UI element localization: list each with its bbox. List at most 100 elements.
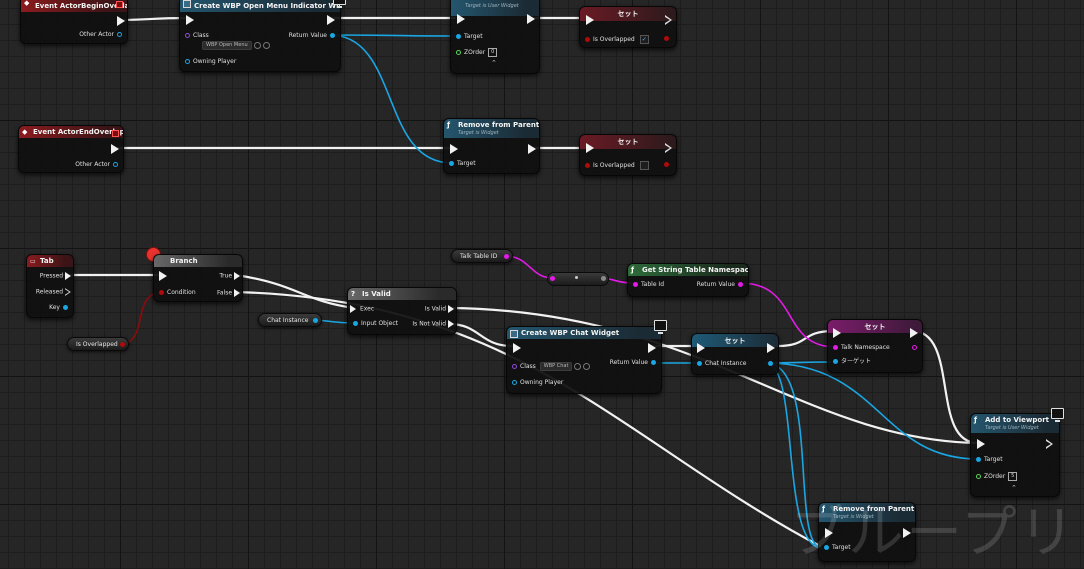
zorder-input[interactable]: 5 xyxy=(1008,472,1018,481)
zorder-pin[interactable] xyxy=(976,474,981,479)
exec-out-pin[interactable] xyxy=(527,14,535,24)
bool-out-pin[interactable] xyxy=(664,162,669,167)
pin-label-is-overlapped: Is Overlapped xyxy=(593,162,635,169)
class-dropdown[interactable]: WBP Open Menu xyxy=(202,41,252,50)
chat-instance-getter[interactable]: Chat Instance xyxy=(258,313,322,327)
exec-out-pin[interactable] xyxy=(910,328,918,338)
tab-key-event-node[interactable]: ▭ Tab Pressed Released Key xyxy=(26,254,74,318)
browse-icon[interactable] xyxy=(253,42,261,49)
search-icon[interactable] xyxy=(262,42,270,49)
exec-is-not-valid-pin[interactable] xyxy=(448,320,454,328)
exec-out-pin[interactable] xyxy=(648,343,656,353)
text-out-pin[interactable] xyxy=(504,254,509,259)
talk-namespace-pin[interactable] xyxy=(833,345,838,350)
object-out-pin[interactable] xyxy=(313,318,318,323)
conversion-node[interactable] xyxy=(547,272,609,286)
exec-in-pin[interactable] xyxy=(586,143,594,153)
talk-namespace-out-pin[interactable] xyxy=(912,345,917,350)
object-pin[interactable] xyxy=(117,32,122,37)
zorder-input[interactable]: 0 xyxy=(488,48,498,57)
expand-caret-icon[interactable]: ⌃ xyxy=(491,59,497,67)
event-actor-end-overlap-node[interactable]: ◆ Event ActorEndOverlap Other Actor xyxy=(18,125,124,173)
is-overlapped-checkbox[interactable] xyxy=(639,161,649,170)
branch-node[interactable]: Branch True False Condition xyxy=(153,254,243,302)
zorder-pin[interactable] xyxy=(456,50,461,55)
widget-icon xyxy=(183,0,191,8)
target-pin[interactable] xyxy=(833,359,838,364)
add-to-viewport-node[interactable]: ƒ Add to Viewport Target is User Widget … xyxy=(970,413,1060,497)
key-pin[interactable] xyxy=(63,305,68,310)
conversion-icon xyxy=(575,276,578,279)
create-open-menu-widget-node[interactable]: Create WBP Open Menu Indicator Widget Cl… xyxy=(179,0,341,72)
exec-in-pin[interactable] xyxy=(457,14,465,24)
return-value-pin[interactable] xyxy=(651,360,656,365)
keyboard-icon: ▭ xyxy=(30,258,36,265)
exec-in-pin[interactable] xyxy=(513,343,521,353)
exec-in-pin[interactable] xyxy=(450,144,458,154)
exec-released-pin[interactable] xyxy=(65,288,71,296)
chat-instance-pin[interactable] xyxy=(697,361,702,366)
set-chat-instance-node[interactable]: セット Chat Instance xyxy=(691,333,779,375)
get-string-table-namespace-node[interactable]: ƒ Get String Table Namespace Table Id Re… xyxy=(627,263,749,297)
text-in-pin[interactable] xyxy=(550,276,555,281)
set-talk-namespace-node[interactable]: セット Talk Namespace ターゲット xyxy=(827,319,923,373)
exec-in-pin[interactable] xyxy=(186,15,194,25)
is-valid-node[interactable]: ? Is Valid Exec Input Object Is Valid Is… xyxy=(347,287,457,335)
text-out-pin[interactable] xyxy=(601,276,606,281)
event-actor-begin-overlap-node[interactable]: ◆ Event ActorBeginOverlap Other Actor xyxy=(20,0,128,44)
talk-table-id-getter[interactable]: Talk Table ID xyxy=(451,249,513,263)
exec-out-pin[interactable] xyxy=(1046,439,1054,449)
exec-pressed-pin[interactable] xyxy=(65,272,71,280)
exec-in-pin[interactable] xyxy=(977,439,985,449)
pin-label-table-id: Table Id xyxy=(641,281,665,288)
bool-out-pin[interactable] xyxy=(120,342,125,347)
bool-pin[interactable] xyxy=(585,163,590,168)
target-pin[interactable] xyxy=(456,34,461,39)
bool-pin[interactable] xyxy=(585,37,590,42)
exec-in-pin[interactable] xyxy=(697,343,705,353)
pin-label-is-overlapped: Is Overlapped xyxy=(593,36,635,43)
table-id-pin[interactable] xyxy=(633,282,638,287)
exec-out-pin[interactable] xyxy=(327,15,335,25)
target-pin[interactable] xyxy=(449,161,454,166)
pin-label-true: True xyxy=(219,272,233,280)
delegate-pin-icon[interactable] xyxy=(116,1,123,8)
add-to-viewport-top-node[interactable]: Target is User Widget Target ZOrder 0 ⌃ xyxy=(450,0,540,74)
exec-out-pin[interactable] xyxy=(665,15,673,25)
exec-out-pin[interactable] xyxy=(767,343,775,353)
return-value-pin[interactable] xyxy=(330,33,335,38)
create-chat-widget-node[interactable]: Create WBP Chat Widget Class WBP Chat Ret… xyxy=(506,326,662,394)
exec-in-pin[interactable] xyxy=(350,305,356,313)
exec-out-pin[interactable] xyxy=(665,143,673,153)
bool-out-pin[interactable] xyxy=(664,36,669,41)
owning-player-pin[interactable] xyxy=(512,380,517,385)
browse-icon[interactable] xyxy=(574,363,582,370)
exec-in-pin[interactable] xyxy=(833,328,841,338)
exec-in-pin[interactable] xyxy=(586,15,594,25)
owning-player-pin[interactable] xyxy=(185,59,190,64)
is-overlapped-getter[interactable]: Is Overlapped xyxy=(67,337,129,351)
condition-pin[interactable] xyxy=(159,290,164,295)
remove-from-parent-top-node[interactable]: ƒ Remove from Parent Target is Widget Ta… xyxy=(443,118,540,174)
exec-out-pin[interactable] xyxy=(111,144,119,154)
exec-out-pin[interactable] xyxy=(117,16,125,26)
pin-label-pressed: Pressed xyxy=(39,272,64,280)
target-pin[interactable] xyxy=(976,457,981,462)
chat-instance-out-pin[interactable] xyxy=(768,361,773,366)
exec-is-valid-pin[interactable] xyxy=(448,305,454,313)
exec-out-pin[interactable] xyxy=(528,144,536,154)
is-overlapped-checkbox[interactable]: ✓ xyxy=(639,35,649,44)
class-pin[interactable] xyxy=(512,364,517,369)
class-dropdown[interactable]: WBP Chat xyxy=(539,362,573,371)
return-value-pin[interactable] xyxy=(738,282,743,287)
set-is-overlapped-false-node[interactable]: セット Is Overlapped xyxy=(579,134,677,176)
input-object-pin[interactable] xyxy=(353,321,358,326)
exec-false-pin[interactable] xyxy=(234,289,240,297)
exec-true-pin[interactable] xyxy=(234,272,240,280)
search-icon[interactable] xyxy=(583,363,591,370)
object-pin[interactable] xyxy=(113,162,118,167)
class-pin[interactable] xyxy=(185,33,190,38)
set-is-overlapped-true-node[interactable]: セット Is Overlapped ✓ xyxy=(579,6,677,48)
exec-in-pin[interactable] xyxy=(159,271,167,281)
delegate-pin-icon[interactable] xyxy=(112,130,119,137)
